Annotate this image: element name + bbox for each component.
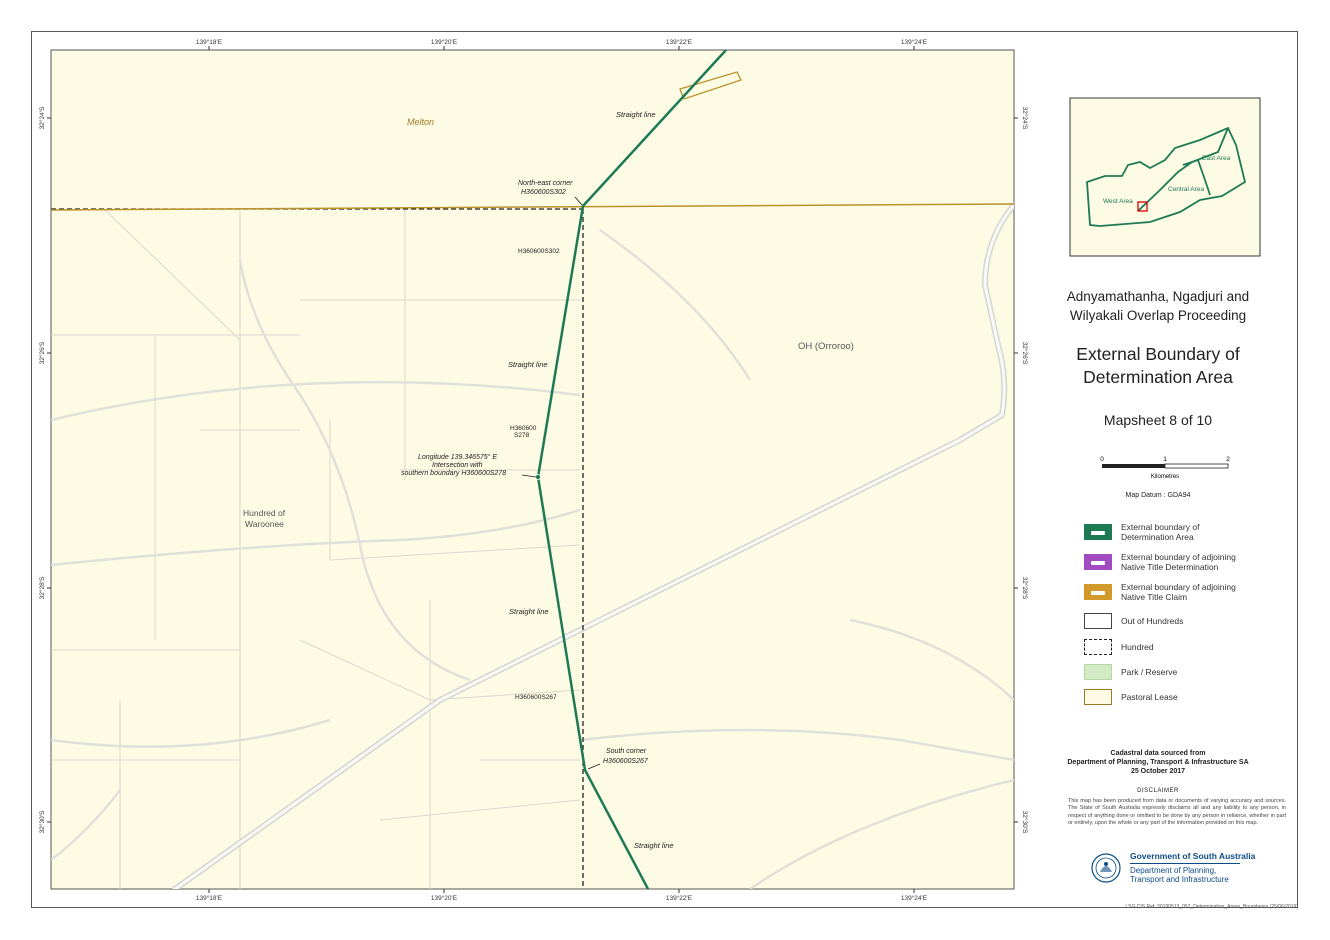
mapsheet-label: Mapsheet 8 of 10: [1103, 412, 1213, 428]
left-tick-label: 32°30'S: [38, 810, 46, 833]
boundary-title: External Boundary of Determination Area: [1018, 343, 1298, 389]
legend-item: External boundary of adjoining Native Tit…: [1084, 582, 1236, 602]
parcel-label: H360600S267: [515, 694, 557, 701]
department-name: Transport and Infrastructure: [1130, 875, 1229, 884]
legend-swatch: [1084, 524, 1112, 540]
hundred-label: Hundred of: [243, 508, 286, 518]
legend-panel: Adnyamathanha, Ngadjuri and Wilyakali Ov…: [1018, 31, 1298, 910]
legend-item: External boundary of adjoining Native Tit…: [1084, 552, 1236, 572]
data-source-line: Cadastral data sourced from: [1110, 750, 1206, 757]
straight-line-label: Straight line: [616, 110, 656, 119]
hundred-label: Waroonee: [245, 519, 284, 529]
top-tick-label: 139°20'E: [431, 38, 458, 46]
parcel-label: S278: [514, 432, 530, 439]
disclaimer-heading: DISCLAIMER: [1137, 788, 1179, 794]
department-name: Department of Planning,: [1130, 866, 1217, 875]
legend-swatch: [1084, 613, 1112, 629]
legend-swatch: [1084, 554, 1112, 570]
bottom-tick-label: 139°24'E: [901, 894, 928, 902]
south-corner-label: South corner: [606, 748, 647, 755]
legend-item: External boundary of Determination Area: [1084, 522, 1199, 542]
intersection-point: [535, 474, 541, 480]
bottom-tick-label: 139°22'E: [666, 894, 693, 902]
legend-label: Native Title Claim: [1121, 592, 1188, 602]
data-source: Cadastral data sourced from Department o…: [1018, 749, 1298, 776]
longitude-label: Longitude 139.346575° E: [418, 453, 497, 461]
legend-label: Native Title Determination: [1121, 562, 1219, 572]
longitude-label: Intersection with: [432, 462, 483, 469]
footer-reference: LSG CIS Ref: 20190513_057_Determination_…: [1125, 904, 1298, 910]
parcel-label: H360600: [510, 425, 537, 432]
legend-label: External boundary of adjoining: [1121, 552, 1236, 562]
oh-orroroo-label: OH (Orroroo): [798, 341, 854, 352]
bottom-tick-label: 139°18'E: [196, 894, 223, 902]
legend-swatch: [1084, 639, 1112, 655]
government-name: Government of South Australia: [1130, 851, 1256, 861]
top-tick-label: 139°24'E: [901, 38, 928, 46]
data-source-line: 25 October 2017: [1130, 768, 1186, 775]
legend-label: External boundary of adjoining: [1121, 582, 1236, 592]
legend-label: External boundary of: [1121, 522, 1200, 532]
map-datum: Map Datum : GDA94: [1125, 492, 1191, 499]
data-source-line: Department of Planning, Transport & Infr…: [1067, 759, 1249, 766]
legend-swatch: [1084, 584, 1112, 600]
legend-label: Park / Reserve: [1121, 667, 1178, 677]
melton-label: Melton: [407, 117, 434, 127]
sa-crest-icon: [1091, 852, 1121, 883]
top-tick-label: 139°18'E: [196, 38, 223, 46]
boundary-title-line: External Boundary of: [1076, 344, 1240, 364]
left-tick-label: 32°26'S: [38, 341, 46, 364]
legend-swatch: [1084, 664, 1112, 680]
straight-line-label: Straight line: [508, 360, 548, 369]
ne-corner-parcel-label: H360600S302: [521, 189, 566, 196]
longitude-label: southern boundary H360600S278: [401, 470, 506, 477]
disclaimer-body: This map has been produced from data or …: [1068, 798, 1286, 827]
legend-label: Determination Area: [1121, 532, 1194, 542]
legend-label: Pastoral Lease: [1121, 692, 1178, 702]
parcel-label: H360600S302: [518, 248, 560, 255]
boundary-title-line: Determination Area: [1083, 367, 1233, 387]
legend-item: Pastoral Lease: [1084, 687, 1178, 707]
bottom-tick-label: 139°20'E: [431, 894, 458, 902]
straight-line-label: Straight line: [634, 841, 674, 850]
left-tick-label: 32°28'S: [38, 576, 46, 599]
left-tick-label: 32°24'S: [38, 106, 46, 129]
legend-item: Out of Hundreds: [1084, 611, 1183, 631]
government-logo-block: Government of South Australia Department…: [1090, 851, 1255, 884]
legend-item: Park / Reserve: [1084, 662, 1177, 682]
legend-label: Out of Hundreds: [1121, 616, 1184, 626]
top-tick-label: 139°22'E: [666, 38, 693, 46]
ne-corner-label: North-east corner: [518, 180, 573, 187]
straight-line-label: Straight line: [509, 607, 549, 616]
legend-item: Hundred: [1084, 637, 1154, 657]
south-corner-parcel-label: H360600S267: [603, 758, 649, 765]
legend-swatch: [1084, 689, 1112, 705]
proceeding-title: Adnyamathanha, Ngadjuri and Wilyakali Ov…: [1018, 287, 1298, 325]
proceeding-title-line: Wilyakali Overlap Proceeding: [1069, 308, 1247, 323]
legend-label: Hundred: [1121, 642, 1154, 652]
proceeding-title-line: Adnyamathanha, Ngadjuri and: [1066, 289, 1250, 304]
